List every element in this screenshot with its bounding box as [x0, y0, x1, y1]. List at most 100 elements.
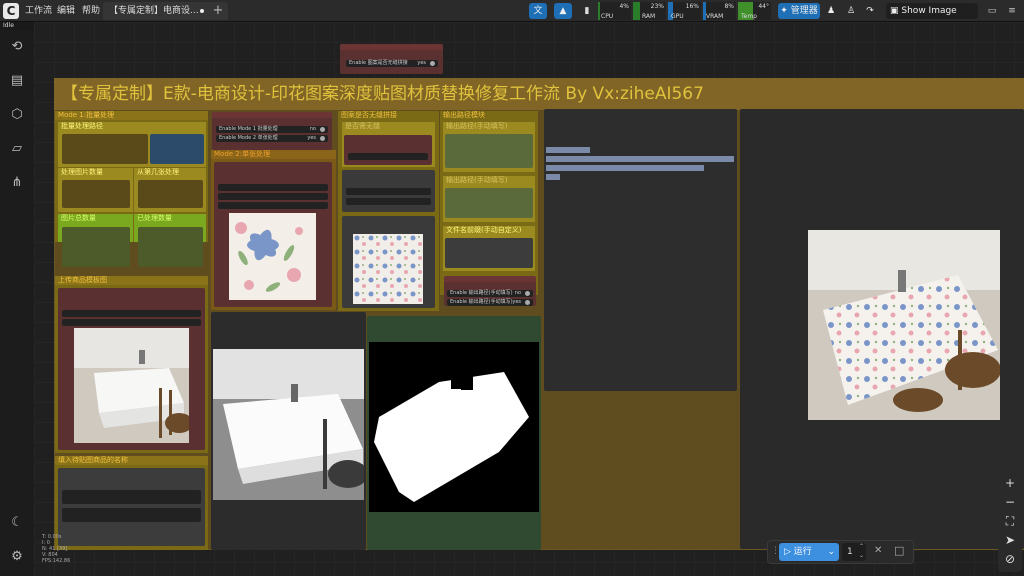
mode2-enable-field[interactable]: Enable Mode 2 单张处理 yes	[216, 135, 328, 142]
pattern-preview-image	[229, 213, 316, 300]
node-canvas[interactable]: Enable 图案是否无缝拼接 yes 【专属定制】E款-电商设计-印花图案深度…	[34, 22, 1024, 576]
from-nth-node[interactable]	[138, 180, 203, 208]
menu-workflow[interactable]: 工作流	[25, 0, 52, 22]
cpu-value: 4%	[619, 3, 629, 10]
tab-workflow[interactable]: 【专属定制】电商设...	[103, 2, 228, 20]
stop-icon[interactable]: □	[894, 544, 904, 557]
queue-bar: ⋮ ▷ 运行 ⌄ 1 ⌃ ⌄ ✕ □	[767, 540, 914, 564]
batch-path-input[interactable]	[150, 134, 204, 164]
menu-edit[interactable]: 编辑	[57, 0, 75, 22]
run-button[interactable]: ▷ 运行 ⌄	[779, 543, 839, 561]
mode1-enable-field[interactable]: Enable Mode 1 批量处理 no	[216, 126, 328, 133]
person-alt-button[interactable]: ♙	[845, 3, 857, 19]
person-icon: ♟	[826, 6, 836, 16]
ram-meter: 23% RAM	[633, 2, 666, 20]
output-sub1-title: 输出路径(手动填写)	[446, 122, 508, 130]
bookmark-button[interactable]: ▮	[581, 3, 593, 19]
person-alt-icon: ♙	[846, 6, 856, 16]
translate-button[interactable]: 文	[529, 3, 547, 19]
translate-icon: 文	[533, 6, 543, 16]
template-image	[74, 328, 189, 443]
filename-node[interactable]	[445, 238, 533, 268]
temp-value: 44°	[758, 3, 769, 10]
menu-help[interactable]: 帮助	[82, 0, 100, 22]
result-image	[808, 230, 1000, 420]
unsaved-dot-icon	[200, 9, 204, 13]
panel-icon: ▭	[987, 6, 997, 16]
ram-value: 23%	[650, 3, 664, 10]
seamless-toggle-node[interactable]: Enable 图案是否无缝拼接 yes	[340, 44, 443, 74]
workspace-button[interactable]: ▲	[554, 3, 572, 19]
output-switch-node[interactable]: Enable 输出路径(手动填写) no Enable 输出路径(手动填写) y…	[444, 276, 536, 306]
stepper-up-icon[interactable]: ⌃	[859, 543, 864, 550]
manager-label: 管理器	[790, 6, 818, 16]
stepper-down-icon[interactable]: ⌄	[859, 552, 864, 559]
person-button[interactable]: ♟	[825, 3, 837, 19]
tab-title: 【专属定制】电商设...	[109, 6, 199, 16]
enable-output1-field[interactable]: Enable 输出路径(手动填写) no	[447, 290, 533, 297]
mask-image	[369, 342, 539, 512]
batch-path-node[interactable]	[62, 134, 148, 164]
hide-links-icon[interactable]: ⊘	[998, 550, 1022, 568]
total-images-node[interactable]	[62, 227, 130, 267]
vram-value: 8%	[724, 3, 734, 10]
more-button[interactable]: ≡	[1006, 3, 1018, 19]
chevron-down-icon: ⌄	[827, 547, 835, 557]
temp-meter: 44° Temp	[738, 2, 771, 20]
vram-label: VRAM	[706, 13, 724, 20]
share-icon: ↷	[866, 6, 874, 16]
group-title[interactable]: 【专属定制】E款-电商设计-印花图案深度贴图材质替换修复工作流 By Vx:zi…	[54, 78, 1024, 110]
tiled-pattern-image	[353, 234, 423, 304]
upload-title: 上传商品模板图	[55, 276, 208, 285]
process-count-title: 处理图片数量	[61, 168, 103, 176]
seamless-node[interactable]	[344, 135, 432, 165]
status-idle: Idle	[3, 22, 14, 29]
canvas-tools: + − ⛶ ➤ ⊘	[998, 472, 1022, 572]
image-icon: ▣	[890, 6, 899, 16]
new-tab-plus-icon[interactable]: +	[211, 0, 225, 22]
app-logo[interactable]: C	[3, 3, 19, 19]
enable-output2-field[interactable]: Enable 输出路径(手动填写) yes	[447, 299, 533, 306]
product-name-node[interactable]	[58, 468, 205, 546]
mode2-title: Mode 2:单张处理	[211, 150, 336, 159]
output-sub2-title: 输出路径(手动填写)	[446, 176, 508, 184]
document-icon[interactable]: ▤	[8, 72, 26, 90]
cube-icon[interactable]: ⬡	[8, 106, 26, 124]
top-bar: C 工作流 编辑 帮助 【专属定制】电商设... + 文 ▲ ▮ 4% CPU …	[0, 0, 1024, 32]
nodes-icon[interactable]: ⋔	[8, 174, 26, 192]
cancel-icon[interactable]: ✕	[874, 545, 882, 556]
gpu-label: GPU	[671, 13, 684, 20]
total-images-title: 图片总数量	[61, 214, 96, 222]
processed-count-node[interactable]	[138, 227, 203, 267]
mode1-title: Mode 1:批量处理	[55, 111, 208, 120]
stat-fps: FPS:142.86	[42, 558, 71, 564]
seamless-title: 图案是否无缝拼接	[341, 111, 397, 119]
enable-seamless-field[interactable]: Enable 图案是否无缝拼接 yes	[346, 60, 438, 67]
cursor-icon[interactable]: ➤	[998, 531, 1022, 549]
history-icon[interactable]: ⟲	[8, 38, 26, 56]
moon-icon[interactable]: ☾	[8, 514, 26, 532]
fit-view-icon[interactable]: ⛶	[998, 512, 1022, 530]
process-count-node[interactable]	[62, 180, 130, 208]
cpu-meter: 4% CPU	[598, 2, 631, 20]
panel-button[interactable]: ▭	[986, 3, 998, 19]
processed-count-title: 已处理数量	[137, 214, 172, 222]
manager-button[interactable]: ✦ 管理器	[778, 3, 820, 19]
run-label: 运行	[793, 547, 812, 557]
processing-node[interactable]	[544, 109, 737, 391]
seamless-option-node[interactable]	[342, 170, 435, 212]
puzzle-icon: ✦	[780, 6, 788, 16]
zoom-in-icon[interactable]: +	[998, 474, 1022, 492]
zoom-out-icon[interactable]: −	[998, 493, 1022, 511]
show-image-feed-button[interactable]: ▣ Show Image Feed	[886, 3, 978, 32]
output-path-node-1[interactable]	[445, 134, 533, 168]
gpu-value: 16%	[685, 3, 699, 10]
settings-gear-icon[interactable]: ⚙	[8, 548, 26, 566]
share-button[interactable]: ↷	[864, 3, 876, 19]
cpu-label: CPU	[601, 13, 614, 20]
mode-switch-node[interactable]: Enable Mode 1 批量处理 no Enable Mode 2 单张处理…	[212, 112, 332, 150]
ram-label: RAM	[642, 13, 656, 20]
filename-title: 文件名前缀(手动自定义)	[446, 226, 522, 234]
folder-icon[interactable]: ▱	[8, 140, 26, 158]
output-path-node-2[interactable]	[445, 188, 533, 218]
